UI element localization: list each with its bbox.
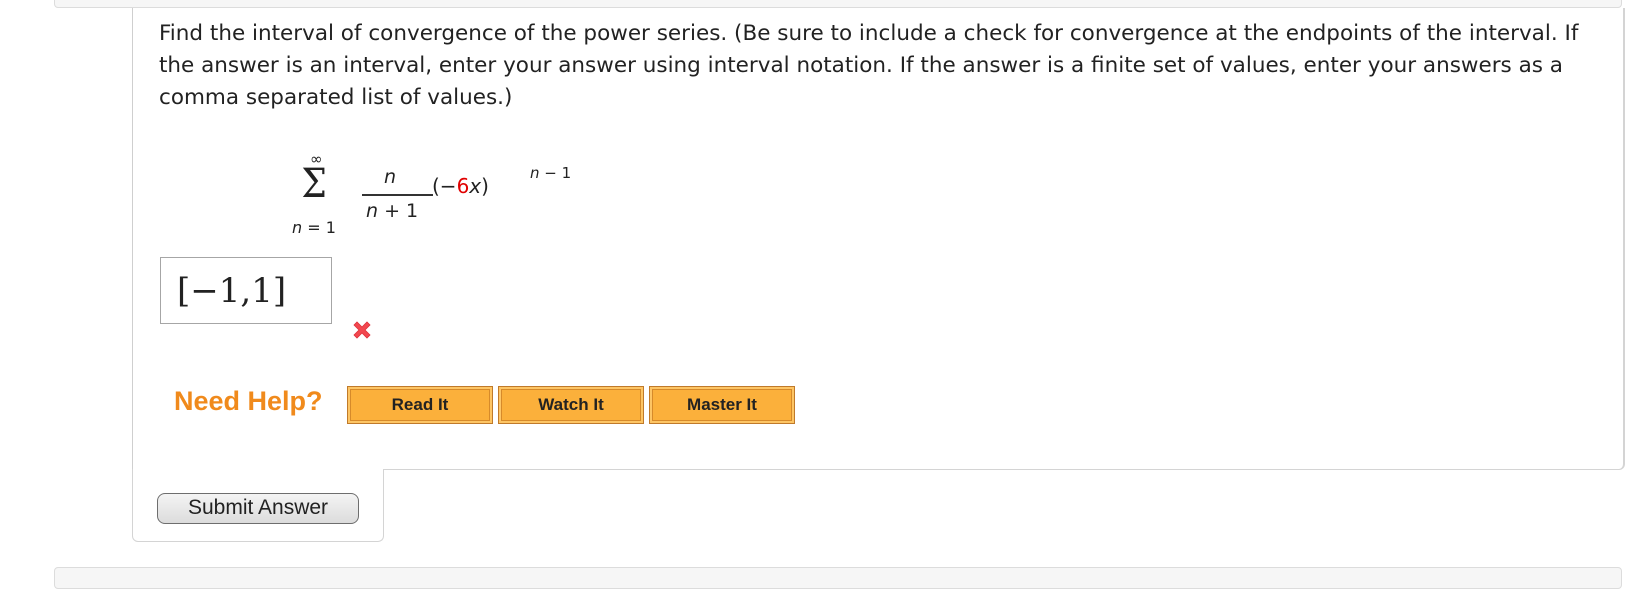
exponent: n − 1 [530,164,572,182]
need-help-label: Need Help? [174,386,323,416]
next-question-panel [54,567,1622,589]
lower-limit: n = 1 [292,218,336,237]
read-it-button[interactable]: Read It [347,386,493,424]
previous-question-panel [54,0,1622,8]
red-x-icon [353,321,371,339]
question-prompt: Find the interval of convergence of the … [159,21,1579,110]
submit-answer-button[interactable]: Submit Answer [157,493,359,524]
fraction-bar [362,194,433,196]
answer-input[interactable]: [−1,1] [160,257,332,324]
power-series-formula: Σ ∞ n = 1 n n + 1 (−6x) n − 1 [290,150,610,240]
summation-icon: Σ [301,161,327,207]
fraction-denominator: n + 1 [366,200,419,222]
coefficient: 6 [456,174,470,198]
watch-it-button[interactable]: Watch It [498,386,644,424]
master-it-button[interactable]: Master It [649,386,795,424]
fraction-numerator: n [384,166,397,188]
power-base: (−6x) [432,174,489,198]
upper-limit: ∞ [310,150,323,168]
